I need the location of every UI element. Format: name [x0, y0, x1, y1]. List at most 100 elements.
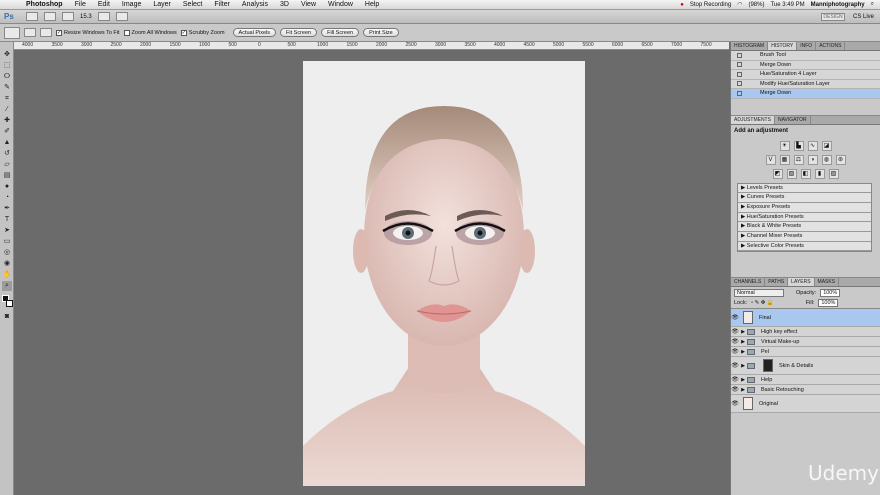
preset-row[interactable]: ▶ Selective Color Presets [738, 242, 871, 252]
history-item[interactable]: Merge Down [731, 61, 880, 70]
stop-recording-label[interactable]: Stop Recording [690, 2, 731, 8]
tab-history[interactable]: HISTORY [768, 42, 798, 50]
type-tool-icon[interactable]: T [2, 215, 12, 225]
preset-row[interactable]: ▶ Hue/Saturation Presets [738, 213, 871, 223]
layer-row-selected[interactable]: 👁 Final [731, 309, 880, 328]
levels-icon[interactable]: ▙ [793, 140, 804, 151]
eye-icon[interactable]: 👁 [731, 376, 739, 383]
tab-channels[interactable]: CHANNELS [731, 278, 766, 287]
preset-row[interactable]: ▶ Levels Presets [738, 184, 871, 194]
layer-group-row[interactable]: 👁 ▶ Help [731, 375, 880, 386]
eye-icon[interactable]: 👁 [731, 362, 739, 369]
history-item[interactable]: Hue/Saturation 4 Layer [731, 70, 880, 80]
threshold-icon[interactable]: ◧ [800, 168, 811, 179]
menu-help[interactable]: Help [359, 0, 385, 10]
preset-row[interactable]: ▶ Channel Mixer Presets [738, 232, 871, 242]
zoom-in-icon[interactable] [24, 28, 36, 37]
path-select-tool-icon[interactable]: ➤ [2, 226, 12, 236]
layer-group-row[interactable]: 👁 ▶ High key effect [731, 327, 880, 338]
history-item[interactable]: Modify Hue/Saturation Layer [731, 80, 880, 89]
print-size-button[interactable]: Print Size [363, 28, 399, 37]
move-tool-icon[interactable]: ✥ [2, 50, 12, 60]
document-canvas[interactable] [303, 61, 585, 486]
fill-input[interactable]: 100% [818, 299, 839, 308]
menu-window[interactable]: Window [322, 0, 359, 10]
history-brush-tool-icon[interactable]: ↺ [2, 149, 12, 159]
screen-mode-button[interactable] [115, 12, 128, 21]
actual-pixels-button[interactable]: Actual Pixels [232, 28, 277, 37]
expand-triangle-icon[interactable]: ▶ [739, 387, 747, 393]
healing-tool-icon[interactable]: ✚ [2, 116, 12, 126]
menu-app[interactable]: Photoshop [20, 0, 69, 10]
menu-layer[interactable]: Layer [147, 0, 177, 10]
color-balance-icon[interactable]: ⚖ [793, 154, 804, 165]
lock-icons[interactable]: ▫ ✎ ✥ 🔒 [751, 300, 774, 306]
tab-adjustments[interactable]: ADJUSTMENTS [731, 115, 775, 124]
zoom-level[interactable]: 15.3 [80, 14, 92, 20]
eye-icon[interactable]: 👁 [731, 338, 739, 345]
eye-icon[interactable]: 👁 [731, 314, 739, 321]
hue-saturation-icon[interactable]: ▦ [779, 154, 790, 165]
layer-group-row[interactable]: 👁 ▶ Basic Retouching [731, 385, 880, 396]
arrange-docs-button[interactable] [97, 12, 110, 21]
color-swatches-icon[interactable] [2, 295, 13, 311]
menu-select[interactable]: Select [177, 0, 208, 10]
opacity-input[interactable]: 100% [820, 288, 841, 297]
preset-row[interactable]: ▶ Black & White Presets [738, 222, 871, 232]
expand-triangle-icon[interactable]: ▶ [739, 339, 747, 345]
posterize-icon[interactable]: ▧ [786, 168, 797, 179]
menu-analysis[interactable]: Analysis [236, 0, 274, 10]
fill-screen-button[interactable]: Fill Screen [321, 28, 360, 37]
gradient-map-icon[interactable]: ▮ [814, 168, 825, 179]
eyedropper-tool-icon[interactable]: ⁄ [2, 105, 12, 115]
lasso-tool-icon[interactable]: ⵔ [2, 72, 12, 82]
quick-select-tool-icon[interactable]: ✎ [2, 83, 12, 93]
layer-group-row[interactable]: 👁 ▶ Virtual Make-up [731, 337, 880, 348]
dodge-tool-icon[interactable]: ◔ [2, 193, 12, 203]
blur-tool-icon[interactable]: ● [2, 182, 12, 192]
brightness-contrast-icon[interactable]: ☀ [779, 140, 790, 151]
zoom-tool-icon-active[interactable]: ⌕ [2, 281, 12, 291]
workspace-switcher[interactable]: DESIGN [820, 12, 845, 21]
blend-mode-select[interactable]: Normal [734, 288, 784, 297]
photo-filter-icon[interactable]: ◍ [821, 154, 832, 165]
menu-edit[interactable]: Edit [92, 0, 116, 10]
menu-3d[interactable]: 3D [274, 0, 295, 10]
tab-layers[interactable]: LAYERS [788, 278, 815, 287]
invert-icon[interactable]: ◩ [772, 168, 783, 179]
scrubby-zoom-checkbox[interactable]: ✓ Scrubby Zoom [180, 29, 225, 36]
vibrance-icon[interactable]: V [765, 154, 776, 165]
brush-tool-icon[interactable]: ✐ [2, 127, 12, 137]
eraser-tool-icon[interactable]: ▱ [2, 160, 12, 170]
hand-tool-icon[interactable]: ✋ [2, 270, 12, 280]
crop-tool-icon[interactable]: ⌗ [2, 94, 12, 104]
layer-group-row[interactable]: 👁 ▶ Pel [731, 347, 880, 358]
expand-triangle-icon[interactable]: ▶ [739, 329, 747, 335]
menu-image[interactable]: Image [116, 0, 147, 10]
layer-group-row[interactable]: 👁 ▶ Skin & Details [731, 357, 880, 376]
view-extras-button[interactable] [62, 12, 74, 21]
exposure-icon[interactable]: ◪ [821, 140, 832, 151]
tab-navigator[interactable]: NAVIGATOR [775, 115, 811, 124]
cs-live-button[interactable]: CS Live [853, 14, 874, 20]
eye-icon[interactable]: 👁 [731, 348, 739, 355]
clone-stamp-tool-icon[interactable]: ▲ [2, 138, 12, 148]
marquee-tool-icon[interactable]: ⬚ [2, 61, 12, 71]
layer-row[interactable]: 👁 Original [731, 395, 880, 414]
channel-mixer-icon[interactable]: ⊛ [835, 154, 846, 165]
tab-masks[interactable]: MASKS [815, 278, 840, 287]
menu-file[interactable]: File [69, 0, 92, 10]
3d-rotate-tool-icon[interactable]: ◎ [2, 248, 12, 258]
fit-screen-button[interactable]: Fit Screen [280, 28, 318, 37]
eye-icon[interactable]: 👁 [731, 386, 739, 393]
tab-actions[interactable]: ACTIONS [816, 42, 846, 50]
gradient-tool-icon[interactable]: ▤ [2, 171, 12, 181]
quick-mask-icon[interactable]: ◙ [2, 312, 12, 322]
history-item-selected[interactable]: Merge Down [731, 89, 880, 99]
spotlight-icon[interactable]: ⌕ [871, 1, 874, 8]
black-white-icon[interactable]: ◑ [807, 154, 818, 165]
tab-histogram[interactable]: HISTOGRAM [731, 42, 769, 50]
mini-bridge-button[interactable] [44, 12, 56, 21]
preset-row[interactable]: ▶ Curves Presets [738, 193, 871, 203]
zoom-tool-icon[interactable] [4, 26, 20, 39]
